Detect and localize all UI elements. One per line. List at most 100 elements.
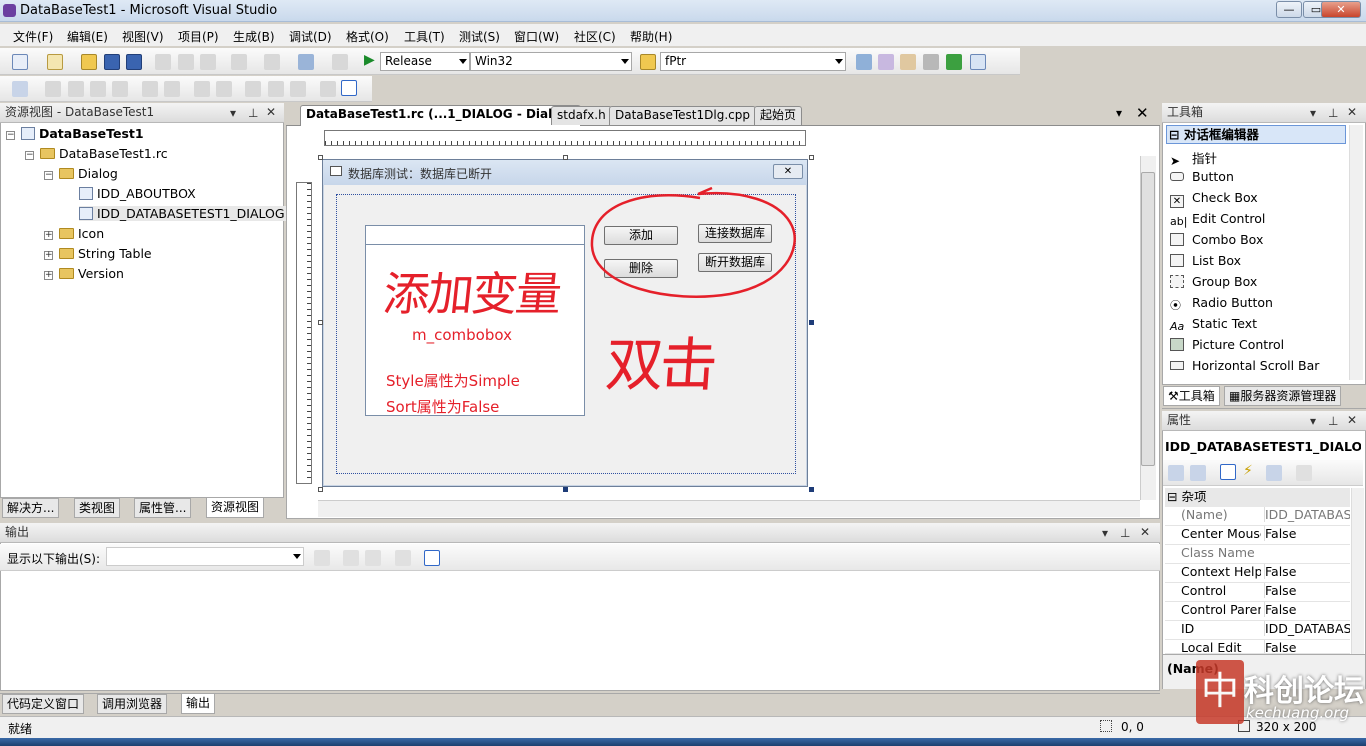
tool-button[interactable]: Button <box>1170 169 1234 184</box>
close-icon[interactable]: ✕ <box>1136 104 1149 122</box>
tree-root[interactable]: − DataBaseTest1 <box>6 126 144 141</box>
pin-icon[interactable]: ⊥ <box>248 106 258 120</box>
menu-window[interactable]: 窗口(W) <box>514 28 559 45</box>
horizontal-scrollbar[interactable] <box>318 500 1140 517</box>
tool-group-box[interactable]: Group Box <box>1170 274 1257 289</box>
collapse-icon[interactable]: − <box>25 151 34 160</box>
copy-icon[interactable] <box>178 54 194 70</box>
prop-value[interactable]: False <box>1264 564 1350 579</box>
alphabetical-icon[interactable] <box>1190 465 1206 481</box>
tab-start-page[interactable]: 起始页 <box>754 106 803 125</box>
categorized-icon[interactable] <box>1168 465 1184 481</box>
pin-icon[interactable]: ⊥ <box>1328 106 1338 120</box>
properties-view-icon[interactable] <box>1220 464 1236 480</box>
tab-stdafx[interactable]: stdafx.h <box>551 106 612 125</box>
same-width-icon[interactable] <box>245 81 261 97</box>
menu-community[interactable]: 社区(C) <box>574 28 616 45</box>
solution-explorer-icon[interactable] <box>856 54 872 70</box>
prop-value[interactable]: IDD_DATABASE <box>1264 621 1350 636</box>
tab-solution-explorer[interactable]: 解决方... <box>2 498 60 518</box>
output-source-select[interactable] <box>106 547 304 566</box>
tab-call-browser[interactable]: 调用浏览器 <box>97 694 168 714</box>
toolbox-section[interactable]: ⊟ 对话框编辑器 <box>1166 125 1346 144</box>
new-project-icon[interactable] <box>12 54 28 70</box>
prop-row[interactable]: Local Edit False <box>1165 640 1350 654</box>
find-message-icon[interactable] <box>314 550 330 566</box>
prop-value[interactable]: False <box>1264 583 1350 598</box>
tab-property-manager[interactable]: 属性管... <box>134 498 192 518</box>
tool-radio-button[interactable]: ⦿ Radio Button <box>1170 295 1273 312</box>
prop-value[interactable]: False <box>1264 602 1350 617</box>
property-pages-icon[interactable] <box>1296 465 1312 481</box>
tree-aboutbox[interactable]: IDD_ABOUTBOX <box>79 186 196 201</box>
tree-icon-folder[interactable]: + Icon <box>44 226 104 241</box>
tool-list-box[interactable]: List Box <box>1170 253 1241 268</box>
next-message-icon[interactable] <box>365 550 381 566</box>
minimize-button[interactable]: — <box>1276 1 1302 18</box>
properties-object-select[interactable]: IDD_DATABASETEST1_DIALOG <box>1165 437 1361 457</box>
expand-icon[interactable]: + <box>44 271 53 280</box>
platform-select[interactable]: Win32 <box>470 52 632 71</box>
resize-handle[interactable] <box>809 155 814 160</box>
align-top-icon[interactable] <box>90 81 106 97</box>
resize-handle[interactable] <box>563 487 568 492</box>
pin-icon[interactable]: ⊥ <box>1120 526 1130 540</box>
paste-icon[interactable] <box>200 54 216 70</box>
menu-tools[interactable]: 工具(T) <box>404 28 445 45</box>
menu-format[interactable]: 格式(O) <box>346 28 389 45</box>
toggle-grid-icon[interactable] <box>320 81 336 97</box>
menu-debug[interactable]: 调试(D) <box>289 28 332 45</box>
object-browser-icon[interactable] <box>900 54 916 70</box>
tab-dlg-cpp[interactable]: DataBaseTest1Dlg.cpp <box>609 106 756 125</box>
tab-code-definition[interactable]: 代码定义窗口 <box>2 694 85 714</box>
word-wrap-icon[interactable] <box>424 550 440 566</box>
align-right-icon[interactable] <box>68 81 84 97</box>
tree-rc[interactable]: − DataBaseTest1.rc <box>25 146 168 161</box>
resize-handle[interactable] <box>318 155 323 160</box>
same-size-icon[interactable] <box>290 81 306 97</box>
chevron-down-icon[interactable]: ▾ <box>230 106 236 120</box>
menu-test[interactable]: 测试(S) <box>459 28 500 45</box>
close-icon[interactable]: ✕ <box>1140 525 1150 539</box>
prop-value[interactable]: False <box>1264 640 1350 653</box>
tool-picture-control[interactable]: Picture Control <box>1170 337 1284 352</box>
tree-version[interactable]: + Version <box>44 266 124 281</box>
center-vertical-icon[interactable] <box>142 81 158 97</box>
events-icon[interactable]: ⚡ <box>1243 463 1253 479</box>
resize-handle[interactable] <box>318 320 323 325</box>
space-across-icon[interactable] <box>194 81 210 97</box>
find-icon[interactable] <box>332 54 348 70</box>
prop-row[interactable]: Control ParentFalse <box>1165 602 1350 621</box>
resize-handle[interactable] <box>563 155 568 160</box>
prop-row[interactable]: Class Name <box>1165 545 1350 564</box>
tree-dialog[interactable]: − Dialog <box>44 166 118 181</box>
expand-icon[interactable]: + <box>44 231 53 240</box>
space-down-icon[interactable] <box>216 81 232 97</box>
prop-value[interactable]: False <box>1264 526 1350 541</box>
tab-toolbox[interactable]: ⚒工具箱 <box>1163 386 1220 406</box>
tab-resource-view[interactable]: 资源视图 <box>206 497 265 518</box>
tool-static-text[interactable]: Aa Static Text <box>1170 316 1257 333</box>
resize-handle[interactable] <box>318 487 323 492</box>
expand-icon[interactable]: + <box>44 251 53 260</box>
menu-project[interactable]: 项目(P) <box>178 28 219 45</box>
properties-icon[interactable] <box>878 54 894 70</box>
same-height-icon[interactable] <box>268 81 284 97</box>
prop-row[interactable]: Context Help False <box>1165 564 1350 583</box>
test-dialog-icon[interactable] <box>12 81 28 97</box>
tool-combo-box[interactable]: Combo Box <box>1170 232 1263 247</box>
menu-file[interactable]: 文件(F) <box>13 28 53 45</box>
tools-icon[interactable] <box>923 54 939 70</box>
properties-scrollbar[interactable] <box>1351 488 1364 654</box>
menu-view[interactable]: 视图(V) <box>122 28 164 45</box>
menu-edit[interactable]: 编辑(E) <box>67 28 108 45</box>
tab-class-view[interactable]: 类视图 <box>74 498 121 518</box>
close-icon[interactable]: ✕ <box>266 105 276 119</box>
chevron-down-icon[interactable]: ▾ <box>1310 414 1316 428</box>
close-icon[interactable]: ✕ <box>1347 105 1357 119</box>
collapse-icon[interactable]: − <box>44 171 53 180</box>
tab-output[interactable]: 输出 <box>181 693 216 714</box>
start-page-icon[interactable] <box>946 54 962 70</box>
find-in-files-icon[interactable] <box>640 54 656 70</box>
prop-row[interactable]: (Name) IDD_DATABASE <box>1165 507 1350 526</box>
